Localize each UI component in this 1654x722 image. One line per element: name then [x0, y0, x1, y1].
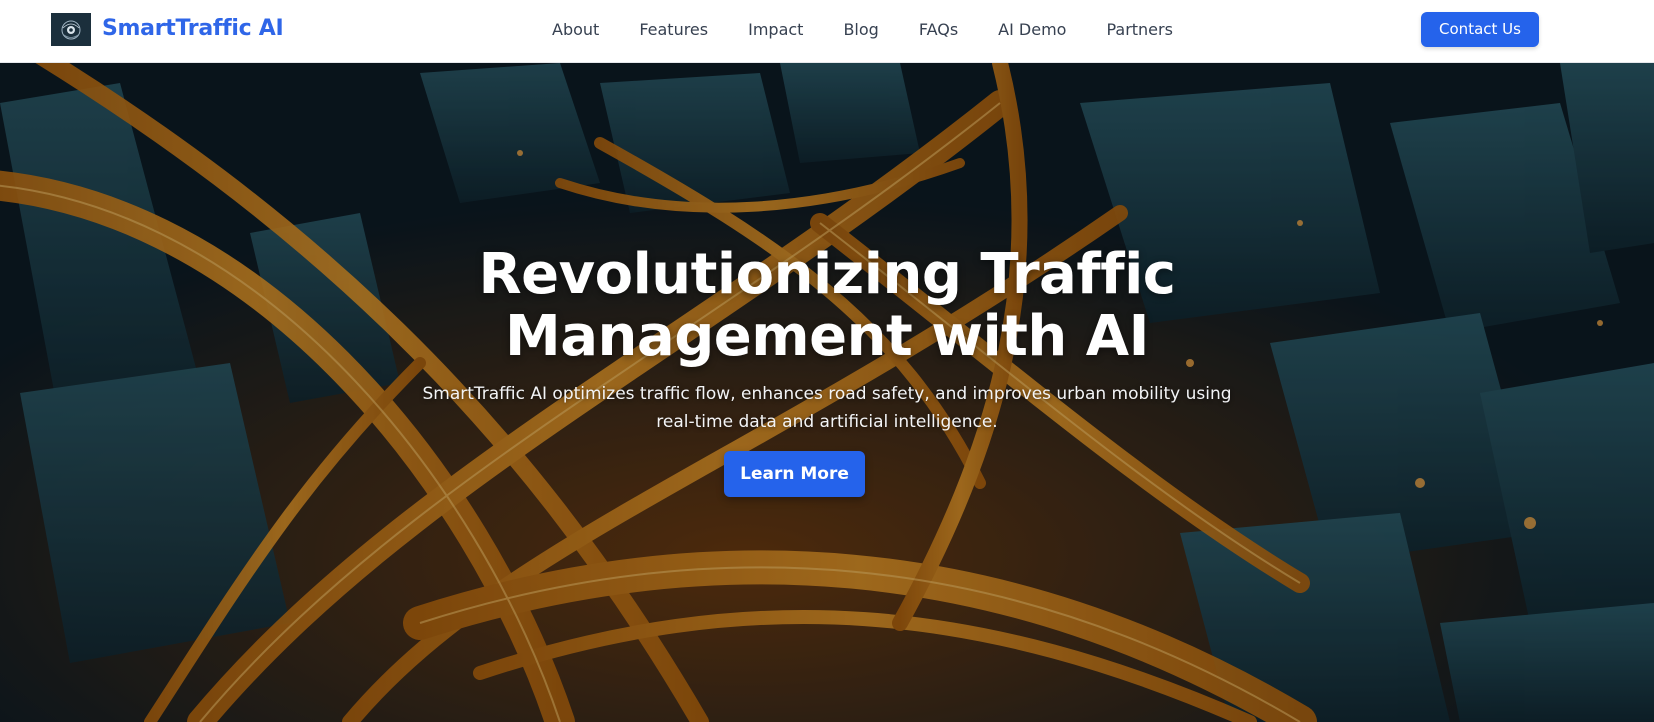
nav-link-blog[interactable]: Blog [843, 18, 878, 42]
nav-link-partners[interactable]: Partners [1106, 18, 1172, 42]
nav-link-features[interactable]: Features [639, 18, 708, 42]
hero-section: Revolutionizing Traffic Management with … [0, 63, 1654, 722]
main-nav: About Features Impact Blog FAQs AI Demo … [552, 18, 1173, 42]
logo-icon[interactable] [51, 13, 91, 46]
nav-link-impact[interactable]: Impact [748, 18, 803, 42]
nav-link-about[interactable]: About [552, 18, 599, 42]
contact-us-button[interactable]: Contact Us [1421, 12, 1539, 47]
hero-title: Revolutionizing Traffic Management with … [478, 242, 1176, 369]
navbar: SmartTraffic AI About Features Impact Bl… [0, 0, 1654, 63]
hero-subtitle: SmartTraffic AI optimizes traffic flow, … [422, 384, 1232, 432]
nav-link-ai-demo[interactable]: AI Demo [998, 18, 1066, 42]
learn-more-button[interactable]: Learn More [724, 451, 865, 497]
nav-link-faqs[interactable]: FAQs [919, 18, 958, 42]
brand-name[interactable]: SmartTraffic AI [102, 14, 284, 44]
